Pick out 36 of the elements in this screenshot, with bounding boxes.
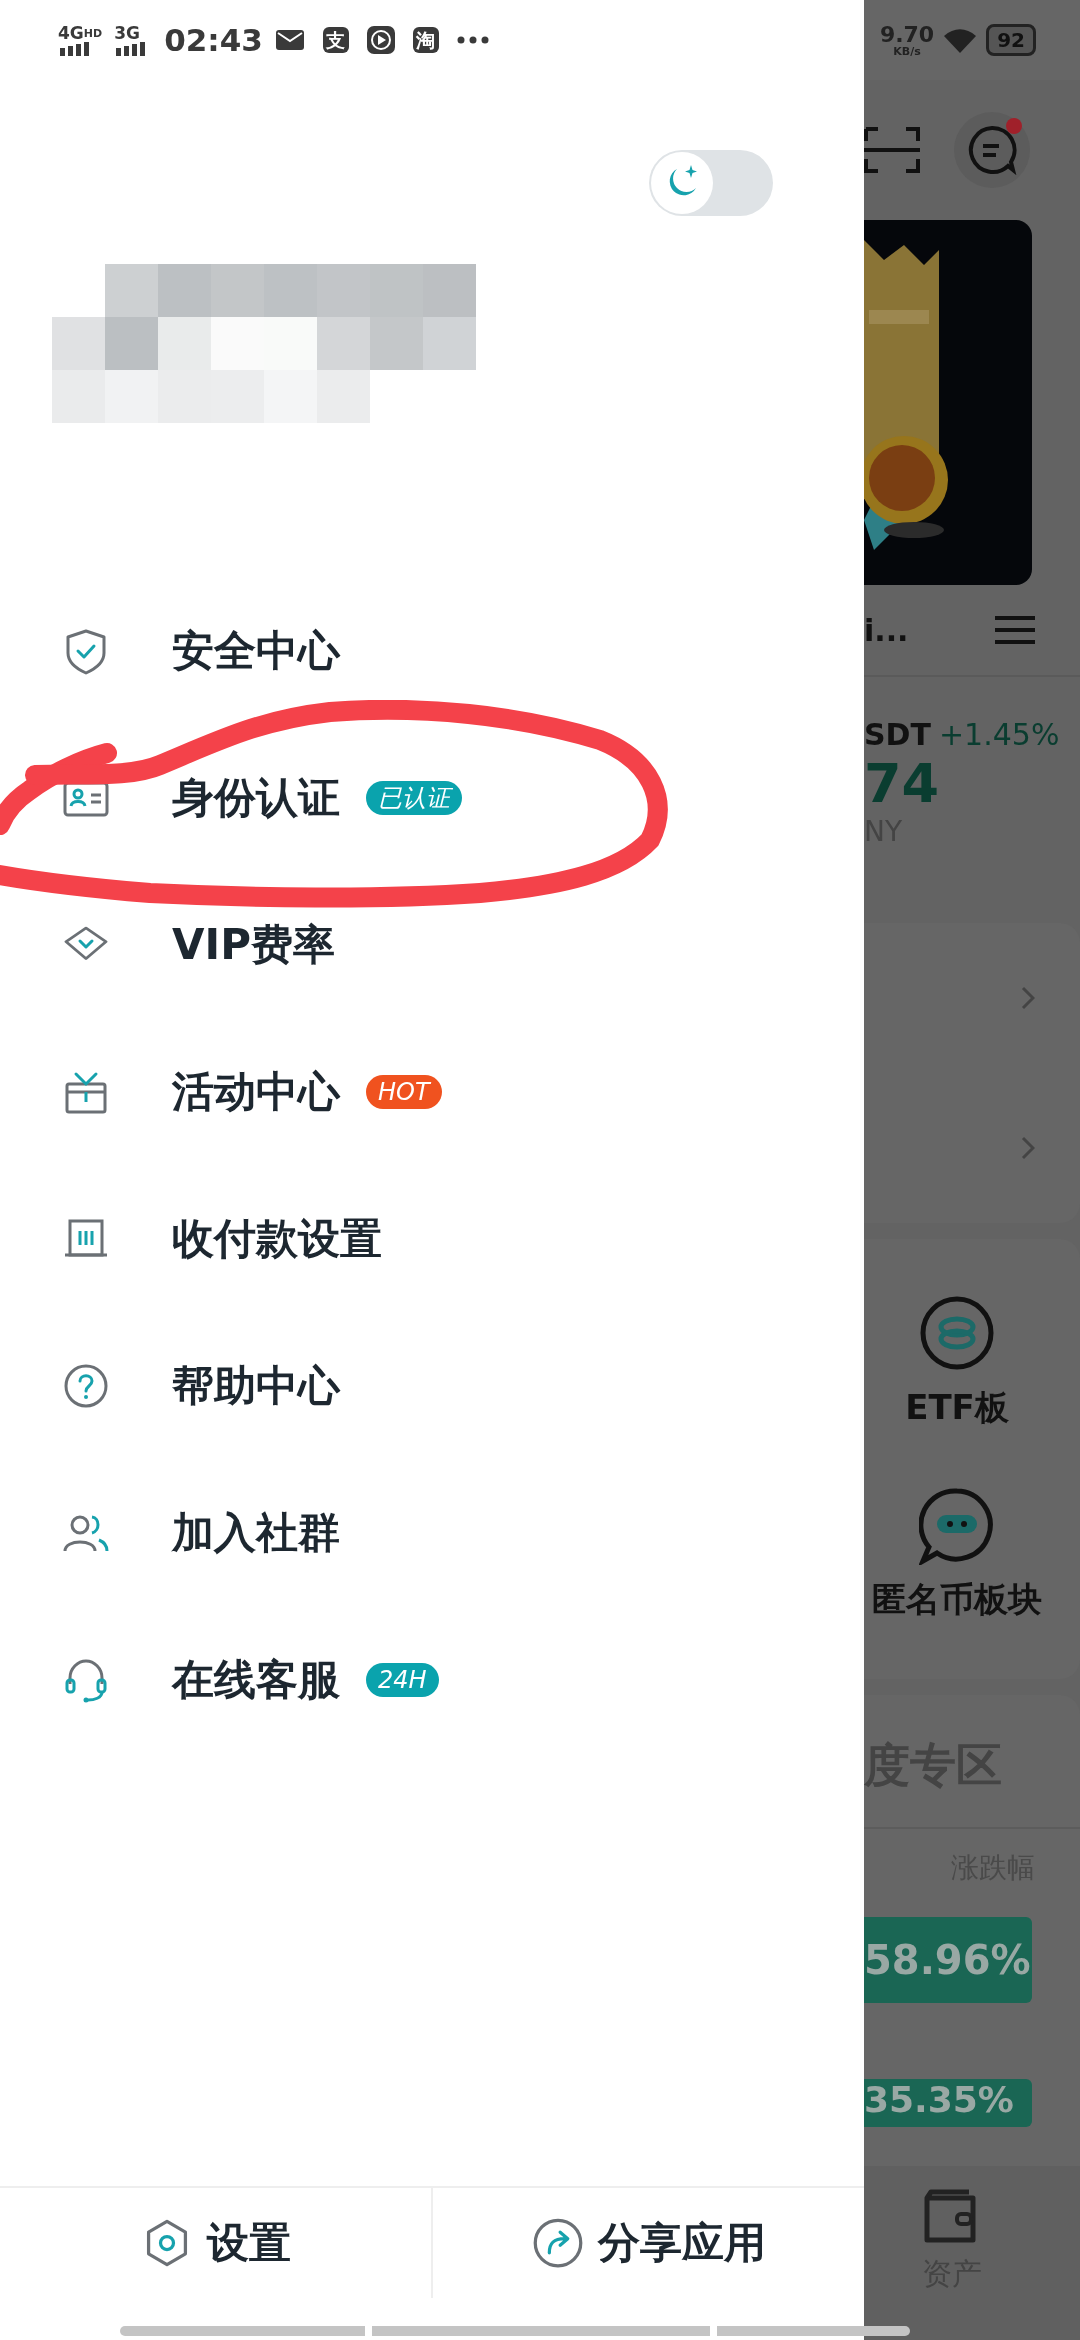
signal-icon bbox=[58, 41, 92, 56]
menu-item[interactable]: 收付款设置 bbox=[0, 1165, 864, 1312]
status-badge: HOT bbox=[366, 1074, 442, 1109]
mail-icon bbox=[274, 28, 305, 52]
more-icon bbox=[456, 36, 489, 44]
chat-icon bbox=[966, 124, 1018, 176]
menu-item[interactable]: VIP费率 bbox=[0, 871, 864, 1018]
chevron-right-icon bbox=[1021, 986, 1035, 1010]
menu-item[interactable]: 在线客服 24H bbox=[0, 1606, 864, 1753]
network-label: 3G bbox=[114, 24, 140, 42]
menu-icon bbox=[995, 615, 1035, 645]
status-badge: 24H bbox=[366, 1662, 439, 1697]
change-tag: 58.96% bbox=[864, 1917, 1032, 2003]
price-change: +1.45% bbox=[939, 717, 1060, 752]
scan-icon bbox=[864, 127, 920, 173]
network-speed: 9.70 bbox=[879, 23, 935, 46]
share-icon bbox=[531, 2217, 584, 2269]
chat-bubble-icon bbox=[919, 1487, 995, 1565]
menu-item[interactable]: 活动中心 HOT bbox=[0, 1018, 864, 1165]
menu-item[interactable]: 加入社群 bbox=[0, 1459, 864, 1606]
change-tag: 35.35% bbox=[864, 2079, 1032, 2127]
chevron-right-icon bbox=[1021, 1136, 1035, 1160]
menu-item[interactable]: 帮助中心 bbox=[0, 1312, 864, 1459]
play-icon bbox=[366, 26, 395, 54]
status-badge: 已认证 bbox=[366, 780, 462, 815]
article-title: i... bbox=[864, 612, 909, 648]
wifi-icon bbox=[942, 26, 979, 54]
price-value: 74 bbox=[864, 752, 941, 815]
menu-item[interactable]: 身份认证 已认证 bbox=[0, 724, 864, 871]
app-notification-icon: 支 bbox=[322, 27, 349, 53]
speed-unit: KB/s bbox=[893, 45, 921, 57]
menu-item[interactable]: 安全中心 bbox=[0, 577, 864, 724]
trading-pair: SDT bbox=[864, 717, 931, 752]
battery-level: 92 bbox=[986, 24, 1036, 56]
app-notification-icon: 淘 bbox=[412, 27, 439, 53]
clock-time: 02:43 bbox=[164, 22, 263, 58]
